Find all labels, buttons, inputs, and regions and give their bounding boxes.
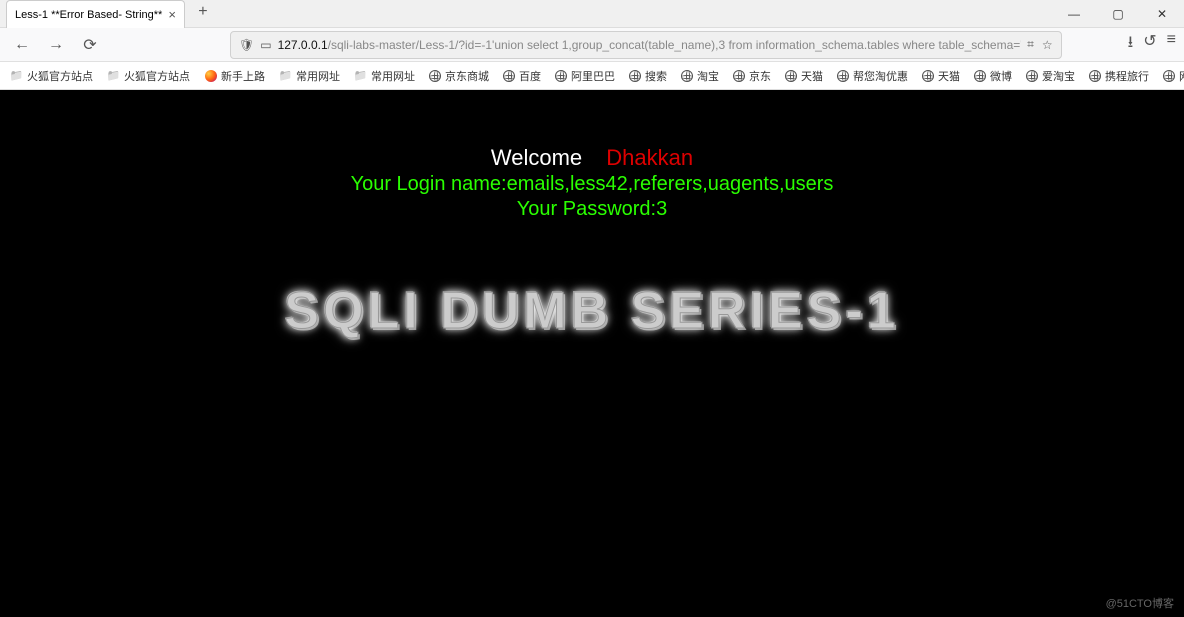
page-info-icon: ▭ [260, 38, 271, 52]
bookmark-label: 常用网址 [296, 68, 340, 84]
bookmark-item[interactable]: 常用网址 [279, 68, 340, 84]
url-host: 127.0.0.1 [278, 38, 328, 52]
bookmark-label: 淘宝 [697, 68, 719, 84]
bookmark-item[interactable]: 新手上路 [204, 68, 265, 84]
tab-title: Less-1 **Error Based- String** [15, 9, 162, 21]
toolbar-right: ⭳ ↺ ≡ [1128, 31, 1176, 58]
bookmark-item[interactable]: 京东商城 [429, 68, 489, 84]
globe-icon [629, 70, 641, 82]
bookmark-label: 京东商城 [445, 68, 489, 84]
firefox-icon [204, 69, 217, 82]
navigation-bar: ← → ⟳ 🛡 ▭ 127.0.0.1/sqli-labs-master/Les… [0, 28, 1184, 62]
close-tab-icon[interactable]: × [168, 7, 176, 22]
close-window-button[interactable]: ✕ [1140, 0, 1184, 28]
globe-icon [503, 70, 515, 82]
bookmarks-bar: 火狐官方站点 火狐官方站点 新手上路 常用网址 常用网址 京东商城 百度 阿里巴巴 搜索 淘宝 京东… [0, 62, 1184, 90]
bookmark-label: 天猫 [938, 68, 960, 84]
globe-icon [785, 70, 797, 82]
globe-icon [974, 70, 986, 82]
bookmark-item[interactable]: 爱淘宝 [1026, 68, 1075, 84]
bookmark-item[interactable]: 天猫 [922, 68, 960, 84]
download-icon[interactable]: ⭳ [1128, 31, 1134, 58]
bookmark-label: 帮您淘优惠 [853, 68, 908, 84]
globe-icon [681, 70, 693, 82]
folder-icon [10, 69, 23, 82]
bookmark-label: 阿里巴巴 [571, 68, 615, 84]
bookmark-item[interactable]: 微博 [974, 68, 1012, 84]
globe-icon [733, 70, 745, 82]
maximize-button[interactable]: ▢ [1096, 0, 1140, 28]
globe-icon [922, 70, 934, 82]
url-text: 127.0.0.1/sqli-labs-master/Less-1/?id=-1… [278, 38, 1022, 52]
globe-icon [1089, 70, 1101, 82]
watermark: @51CTO博客 [1106, 595, 1174, 611]
undo-icon[interactable]: ↺ [1143, 31, 1156, 58]
folder-icon [279, 69, 292, 82]
bookmark-item[interactable]: 火狐官方站点 [107, 68, 190, 84]
bookmark-label: 微博 [990, 68, 1012, 84]
bookmark-label: 携程旅行 [1105, 68, 1149, 84]
bookmark-label: 网址大全 [1179, 68, 1184, 84]
bookmark-item[interactable]: 天猫 [785, 68, 823, 84]
password-line: Your Password:3 [0, 198, 1184, 221]
shield-icon: 🛡 [239, 38, 254, 52]
globe-icon [1026, 70, 1038, 82]
new-tab-button[interactable]: + [191, 0, 215, 24]
window-controls: — ▢ ✕ [1052, 0, 1184, 28]
banner-text: SQLI DUMB SERIES-1 [284, 281, 899, 341]
minimize-button[interactable]: — [1052, 0, 1096, 28]
page-content: Welcome Dhakkan Your Login name:emails,l… [0, 90, 1184, 617]
qr-icon[interactable]: ⌗ [1027, 37, 1034, 52]
banner: SQLI DUMB SERIES-1 [0, 281, 1184, 341]
reload-button[interactable]: ⟳ [76, 31, 104, 59]
bookmark-label: 火狐官方站点 [124, 68, 190, 84]
url-path: /sqli-labs-master/Less-1/?id=-1'union se… [328, 38, 1021, 52]
bookmark-item[interactable]: 携程旅行 [1089, 68, 1149, 84]
welcome-text: Welcome [491, 145, 582, 170]
titlebar: Less-1 **Error Based- String** × + — ▢ ✕ [0, 0, 1184, 28]
bookmark-item[interactable]: 网址大全 [1163, 68, 1184, 84]
globe-icon [837, 70, 849, 82]
bookmark-item[interactable]: 火狐官方站点 [10, 68, 93, 84]
welcome-line: Welcome Dhakkan [0, 145, 1184, 171]
bookmark-label: 爱淘宝 [1042, 68, 1075, 84]
login-name-line: Your Login name:emails,less42,referers,u… [0, 173, 1184, 196]
bookmark-item[interactable]: 帮您淘优惠 [837, 68, 908, 84]
browser-tab[interactable]: Less-1 **Error Based- String** × [6, 0, 185, 28]
folder-icon [354, 69, 367, 82]
menu-icon[interactable]: ≡ [1167, 31, 1176, 58]
bookmark-label: 新手上路 [221, 68, 265, 84]
bookmark-item[interactable]: 常用网址 [354, 68, 415, 84]
bookmark-item[interactable]: 百度 [503, 68, 541, 84]
bookmark-label: 京东 [749, 68, 771, 84]
bookmark-label: 搜索 [645, 68, 667, 84]
globe-icon [1163, 70, 1175, 82]
globe-icon [429, 70, 441, 82]
bookmark-star-icon[interactable]: ☆ [1042, 38, 1053, 52]
forward-button[interactable]: → [42, 31, 70, 59]
bookmark-item[interactable]: 阿里巴巴 [555, 68, 615, 84]
dhakkan-text: Dhakkan [606, 145, 693, 170]
bookmark-label: 百度 [519, 68, 541, 84]
bookmark-label: 常用网址 [371, 68, 415, 84]
bookmark-label: 火狐官方站点 [27, 68, 93, 84]
bookmark-item[interactable]: 京东 [733, 68, 771, 84]
bookmark-item[interactable]: 搜索 [629, 68, 667, 84]
bookmark-label: 天猫 [801, 68, 823, 84]
back-button[interactable]: ← [8, 31, 36, 59]
url-bar[interactable]: 🛡 ▭ 127.0.0.1/sqli-labs-master/Less-1/?i… [230, 31, 1062, 59]
folder-icon [107, 69, 120, 82]
globe-icon [555, 70, 567, 82]
bookmark-item[interactable]: 淘宝 [681, 68, 719, 84]
